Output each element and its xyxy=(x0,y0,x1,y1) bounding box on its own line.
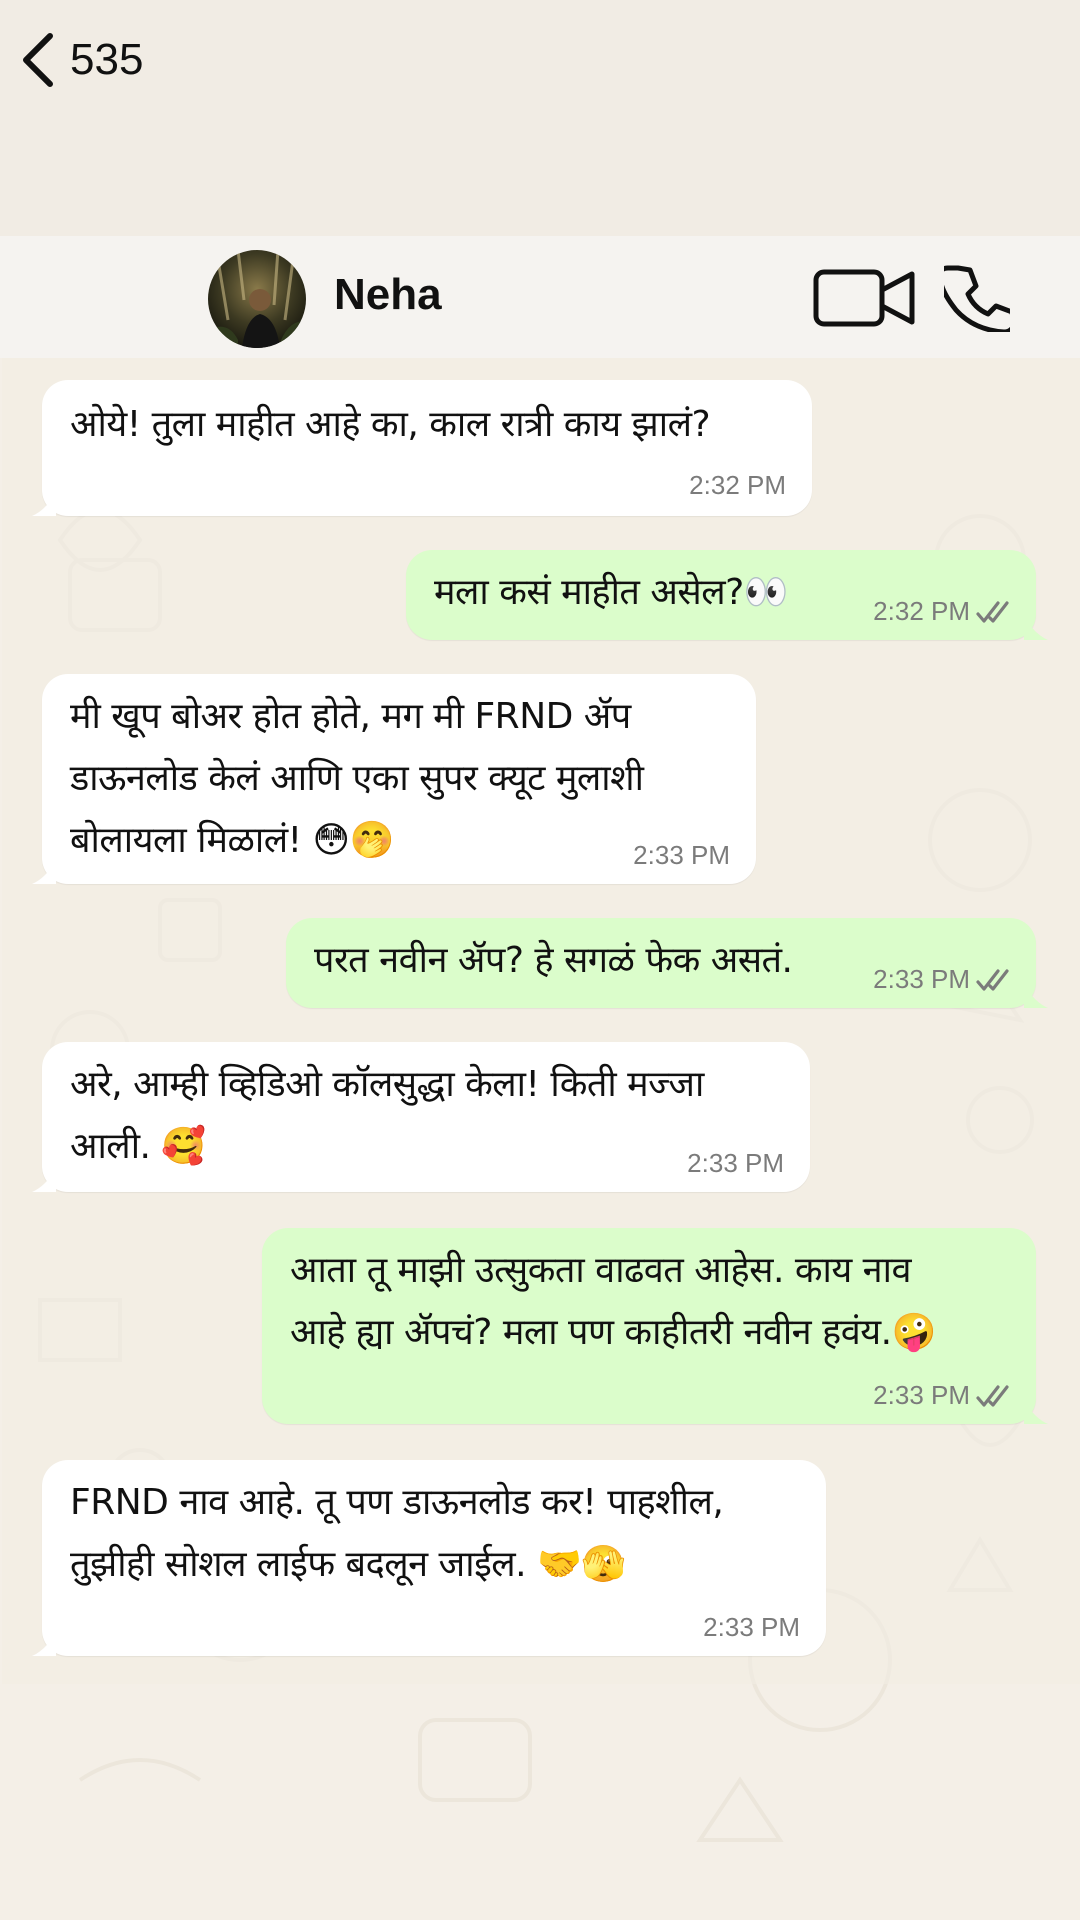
double-check-icon xyxy=(976,1385,1009,1407)
contact-name[interactable]: Neha xyxy=(334,270,442,320)
message-text: मला कसं माहीत असेल?👀 xyxy=(434,572,789,613)
unread-count: 535 xyxy=(70,35,144,84)
message-time: 2:33 PM xyxy=(873,964,970,994)
message-text: अरे, आम्ही व्हिडिओ कॉलसुद्धा केला! किती … xyxy=(70,1064,704,1105)
message-text: परत नवीन ॲप? हे सगळं फेक असतं. xyxy=(314,940,793,981)
voice-call-button[interactable] xyxy=(937,264,1017,335)
message-bubble-incoming[interactable]: मी खूप बोअर होत होते, मग मी FRND ॲप डाऊन… xyxy=(42,674,756,884)
bubble-tail xyxy=(1024,616,1048,640)
avatar[interactable] xyxy=(208,250,306,348)
message-bubble-outgoing[interactable]: आता तू माझी उत्सुकता वाढवत आहेस. काय नाव… xyxy=(262,1228,1036,1424)
status-area xyxy=(0,0,1080,236)
phone-icon xyxy=(937,265,1017,335)
bubble-tail xyxy=(32,860,56,884)
message-text: FRND नाव आहे. तू पण डाऊनलोड कर! पाहशील, xyxy=(70,1482,724,1523)
message-bubble-incoming[interactable]: अरे, आम्ही व्हिडिओ कॉलसुद्धा केला! किती … xyxy=(42,1042,810,1192)
chevron-left-icon xyxy=(23,33,53,87)
message-text: मी खूप बोअर होत होते, मग मी FRND ॲप xyxy=(70,696,631,737)
bubble-tail xyxy=(1024,984,1048,1008)
bubble-tail xyxy=(32,492,56,516)
message-bubble-incoming[interactable]: FRND नाव आहे. तू पण डाऊनलोड कर! पाहशील, … xyxy=(42,1460,826,1656)
message-time: 2:33 PM xyxy=(687,1148,784,1178)
message-bubble-outgoing[interactable]: परत नवीन ॲप? हे सगळं फेक असतं. 2:33 PM xyxy=(286,918,1036,1008)
video-camera-icon xyxy=(813,269,915,327)
message-text: तुझीही सोशल लाईफ बदलून जाईल. 🤝🫣 xyxy=(70,1544,626,1585)
message-text: आहे ह्या ॲपचं? मला पण काहीतरी नवीन हवंय.… xyxy=(290,1312,936,1353)
message-time: 2:33 PM xyxy=(703,1612,800,1642)
message-bubble-incoming[interactable]: ओये! तुला माहीत आहे का, काल रात्री काय झ… xyxy=(42,380,812,516)
double-check-icon xyxy=(976,601,1009,623)
message-text: ओये! तुला माहीत आहे का, काल रात्री काय झ… xyxy=(70,404,711,445)
bubble-tail xyxy=(32,1632,56,1656)
message-time: 2:33 PM xyxy=(873,1380,970,1410)
video-call-button[interactable] xyxy=(812,266,920,330)
bubble-tail xyxy=(32,1168,56,1192)
message-time: 2:33 PM xyxy=(633,840,730,870)
bubble-tail xyxy=(1024,1400,1048,1424)
message-text: डाऊनलोड केलं आणि एका सुपर क्यूट मुलाशी xyxy=(70,758,644,799)
double-check-icon xyxy=(976,969,1009,991)
message-time: 2:32 PM xyxy=(873,596,970,626)
message-text: आली. 🥰 xyxy=(70,1126,206,1167)
message-time: 2:32 PM xyxy=(689,470,786,500)
message-text: बोलायला मिळालं! 😳🤭 xyxy=(70,820,394,861)
back-button[interactable]: 535 xyxy=(20,30,143,90)
message-bubble-outgoing[interactable]: मला कसं माहीत असेल?👀 2:32 PM xyxy=(406,550,1036,640)
message-text: आता तू माझी उत्सुकता वाढवत आहेस. काय नाव xyxy=(290,1250,912,1291)
